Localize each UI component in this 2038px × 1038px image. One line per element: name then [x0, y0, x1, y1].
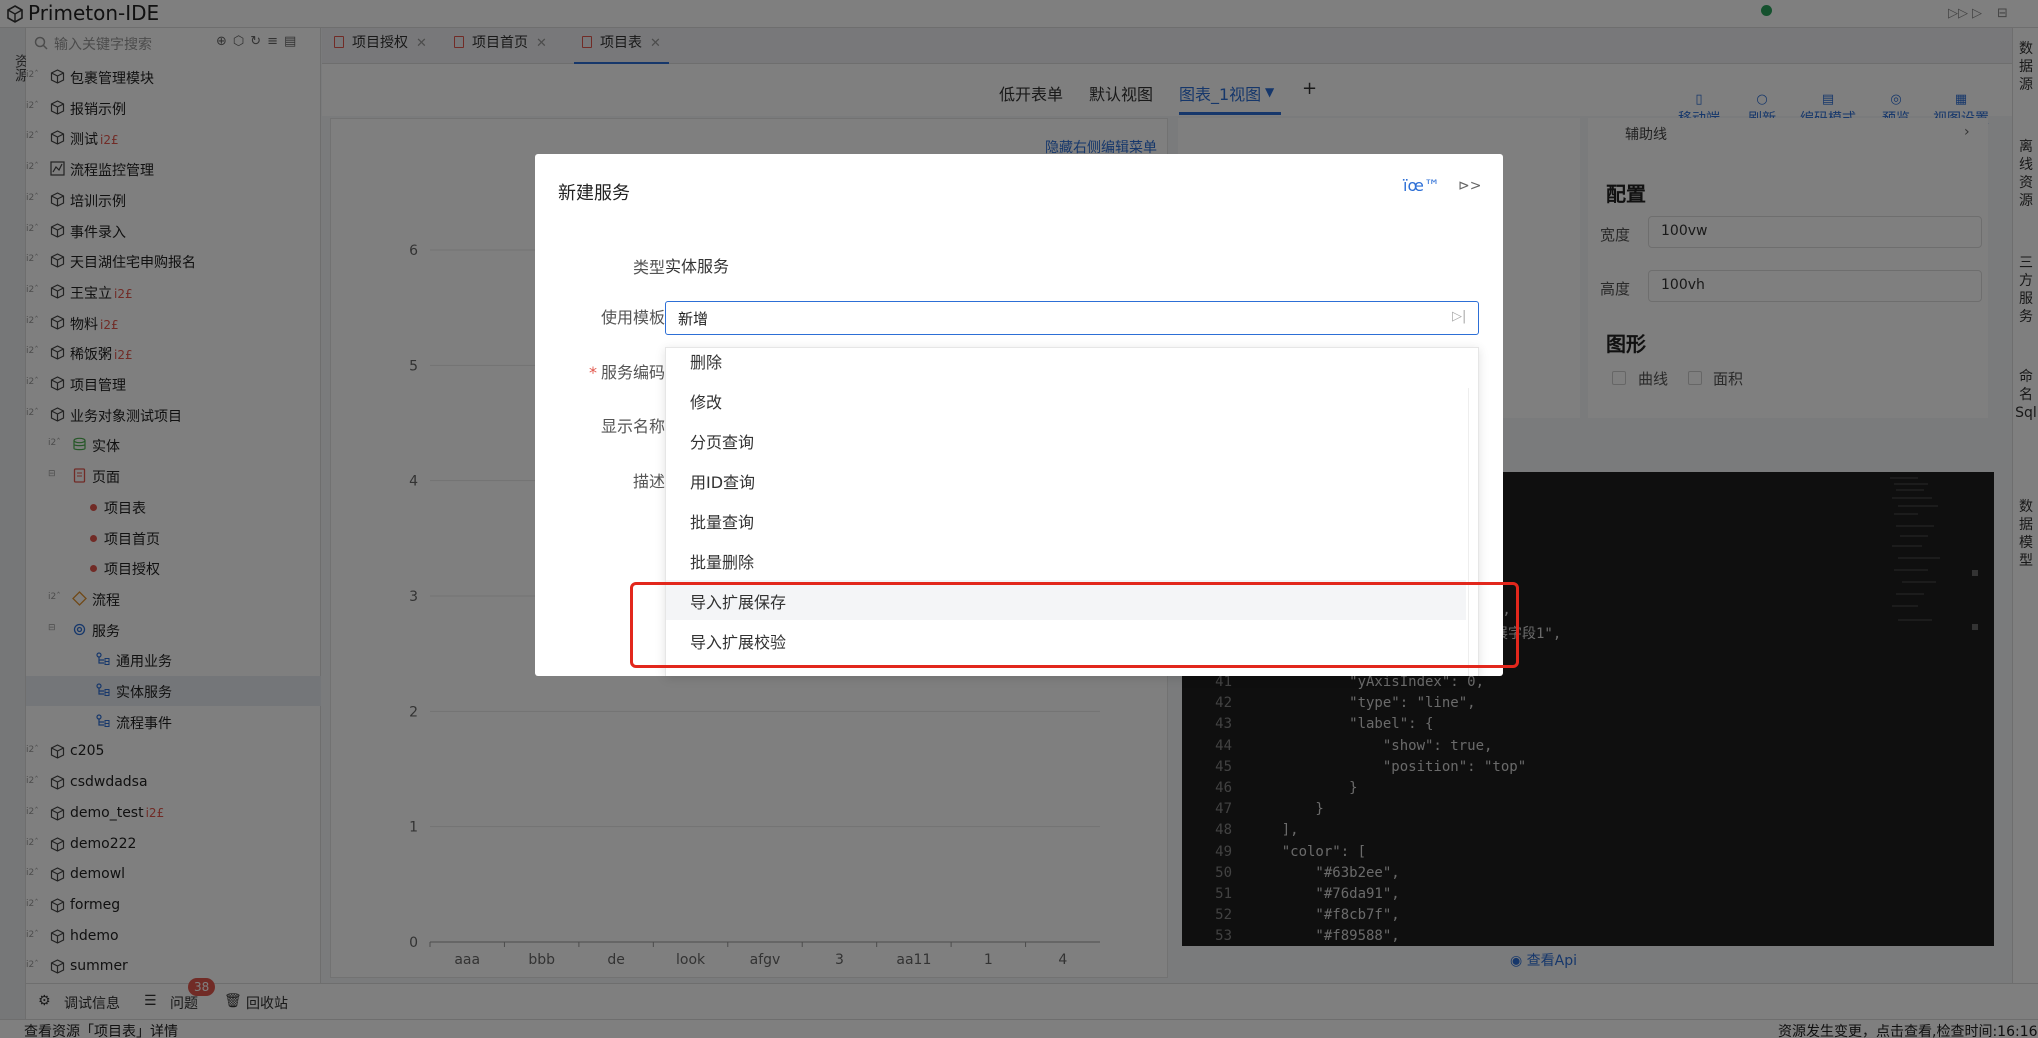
- template-option[interactable]: 用ID查询: [666, 460, 1466, 500]
- license-text: ïœ™: [1403, 176, 1440, 195]
- display-name-label: 显示名称: [600, 417, 665, 436]
- template-option[interactable]: 分页查询: [666, 420, 1466, 460]
- required-mark: *: [588, 363, 597, 382]
- expand-icon[interactable]: ⊳>: [1458, 178, 1481, 194]
- template-select-value: 新增: [678, 310, 709, 328]
- template-option[interactable]: 删除: [666, 348, 1466, 380]
- service-code-label: * 服务编码: [545, 359, 665, 383]
- type-value: 实体服务: [665, 257, 730, 276]
- annotation-highlight-box: [630, 582, 1519, 668]
- dialog-title: 新建服务: [558, 183, 630, 204]
- description-label: 描述: [632, 472, 665, 491]
- type-label: 类型: [632, 258, 665, 277]
- select-arrow-icon: ▷|: [1452, 309, 1467, 324]
- template-option[interactable]: 批量查询: [666, 500, 1466, 540]
- template-option[interactable]: 修改: [666, 380, 1466, 420]
- template-option[interactable]: 批量删除: [666, 540, 1466, 580]
- template-select[interactable]: 新增 ▷|: [665, 301, 1479, 335]
- template-label: 使用模板: [600, 308, 665, 327]
- service-code-text: 服务编码: [600, 363, 665, 382]
